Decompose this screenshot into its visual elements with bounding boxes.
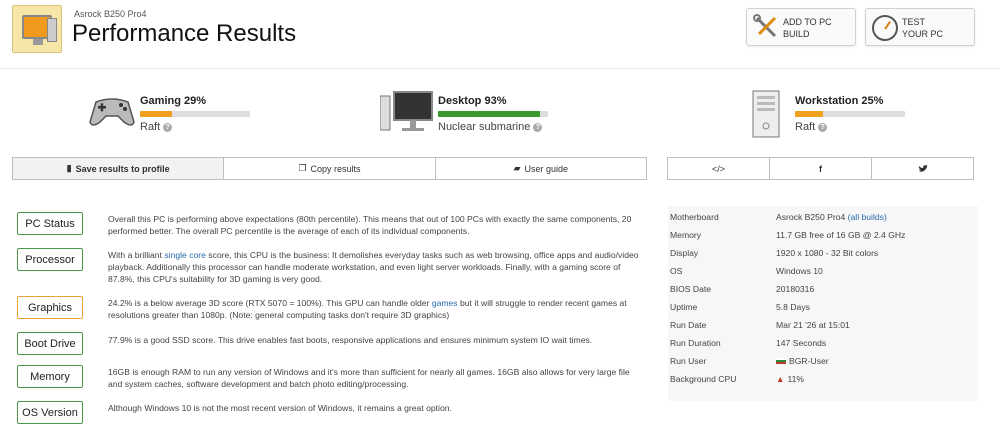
tag-graphics[interactable]: Graphics xyxy=(17,296,83,319)
games-link[interactable]: games xyxy=(432,298,458,308)
workstation-tower-icon xyxy=(752,90,780,138)
tag-os-version[interactable]: OS Version xyxy=(17,401,83,424)
tag-memory[interactable]: Memory xyxy=(17,365,83,388)
graphics-text: 24.2% is a below average 3D score (RTX 5… xyxy=(108,298,627,320)
share-bar: </> f xyxy=(667,157,974,180)
user-guide-button[interactable]: ▰ User guide xyxy=(436,158,646,179)
spec-row-os: OS Windows 10 xyxy=(670,266,823,276)
add-to-pc-line2: BUILD xyxy=(783,29,810,39)
desktop-score-label: Desktop 93% xyxy=(438,95,507,107)
help-icon[interactable]: ? xyxy=(163,123,173,132)
desktop-monitor-icon xyxy=(380,91,433,131)
gaming-score-label: Gaming 29% xyxy=(140,95,207,107)
warning-icon: ▲ xyxy=(776,374,785,384)
memory-text: 16GB is enough RAM to run any version of… xyxy=(108,367,630,389)
spec-row-run-user: Run User BGR-User xyxy=(670,356,829,366)
workstation-score-label: Workstation 25% xyxy=(795,95,884,107)
tag-processor[interactable]: Processor xyxy=(17,248,83,271)
flag-icon xyxy=(776,358,786,364)
system-specs-table: Motherboard Asrock B250 Pro4 (all builds)… xyxy=(668,206,978,401)
workstation-score-desc: Raft xyxy=(795,121,816,133)
spec-row-run-date: Run Date Mar 21 '26 at 15:01 xyxy=(670,320,850,330)
page-title: Performance Results xyxy=(72,20,297,47)
desktop-score-desc: Nuclear submarine xyxy=(438,121,531,133)
spec-row-bios-date: BIOS Date 20180316 xyxy=(670,284,815,294)
bookmark-icon: ▮ xyxy=(66,163,72,173)
pc-logo-icon xyxy=(12,5,62,53)
twitter-share-button[interactable] xyxy=(872,158,973,179)
spec-row-memory: Memory 11.7 GB free of 16 GB @ 2.4 GHz xyxy=(670,230,906,240)
spec-row-run-duration: Run Duration 147 Seconds xyxy=(670,338,827,348)
gaming-score-desc: Raft xyxy=(140,121,161,133)
help-icon[interactable]: ? xyxy=(533,123,543,132)
spec-row-display: Display 1920 x 1080 - 32 Bit colors xyxy=(670,248,879,258)
spec-row-motherboard: Motherboard Asrock B250 Pro4 (all builds) xyxy=(670,212,887,222)
page-subtitle: Asrock B250 Pro4 xyxy=(74,9,147,19)
spec-row-uptime: Uptime 5.8 Days xyxy=(670,302,810,312)
boot-drive-text: 77.9% is a good SSD score. This drive en… xyxy=(108,335,593,345)
facebook-icon: f xyxy=(819,163,822,174)
spec-row-background-cpu: Background CPU ▲ 11% xyxy=(670,374,805,384)
add-to-pc-build-button[interactable]: ADD TO PC BUILD xyxy=(746,8,856,46)
gauge-icon xyxy=(872,15,898,41)
test-your-pc-button[interactable]: TEST YOUR PC xyxy=(865,8,975,46)
embed-button[interactable]: </> xyxy=(668,158,770,179)
processor-text: With a brilliant single core score, this… xyxy=(108,250,639,284)
test-line2: YOUR PC xyxy=(902,29,944,39)
code-icon: </> xyxy=(711,163,725,174)
copy-results-button[interactable]: ❐ Copy results xyxy=(224,158,436,179)
desktop-score-bar xyxy=(438,111,548,117)
pc-status-text: Overall this PC is performing above expe… xyxy=(108,214,632,236)
add-to-pc-line1: ADD TO PC xyxy=(783,17,832,27)
results-action-bar: ▮ Save results to profile ❐ Copy results ▰… xyxy=(12,157,647,180)
single-core-link[interactable]: single core xyxy=(164,250,206,260)
os-version-text: Although Windows 10 is not the most rece… xyxy=(108,403,452,413)
gaming-score-bar xyxy=(140,111,250,117)
test-line1: TEST xyxy=(902,17,926,27)
twitter-icon xyxy=(917,164,928,172)
workstation-score-bar xyxy=(795,111,905,117)
gamepad-icon xyxy=(89,98,135,126)
book-icon: ▰ xyxy=(513,163,521,173)
save-results-button[interactable]: ▮ Save results to profile xyxy=(13,158,225,179)
all-builds-link[interactable]: (all builds) xyxy=(848,212,887,222)
tag-boot-drive[interactable]: Boot Drive xyxy=(17,332,83,355)
copy-icon: ❐ xyxy=(298,163,307,173)
header: Asrock B250 Pro4 Performance Results ADD… xyxy=(0,0,1000,56)
facebook-share-button[interactable]: f xyxy=(770,158,872,179)
tag-pc-status[interactable]: PC Status xyxy=(17,212,83,235)
tools-icon xyxy=(753,14,777,38)
help-icon[interactable]: ? xyxy=(818,123,828,132)
header-divider xyxy=(0,68,1000,69)
